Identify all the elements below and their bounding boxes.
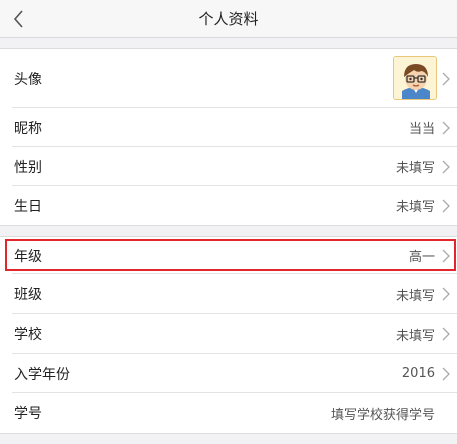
grade-value: 高一: [408, 250, 435, 265]
student-id-value[interactable]: 填写学校获得学号: [331, 393, 435, 433]
enroll-year-label: 入学年份: [14, 366, 70, 383]
row-student-id[interactable]: 学号 填写学校获得学号: [0, 393, 457, 433]
row-grade[interactable]: 年级 高一: [0, 237, 457, 274]
class-value: 未填写: [395, 288, 435, 304]
chevron-right-icon: [442, 199, 450, 212]
birthday-label: 生日: [14, 198, 42, 215]
avatar[interactable]: [393, 56, 437, 100]
row-birthday[interactable]: 生日 未填写: [0, 186, 457, 225]
cartoon-boy-avatar: [394, 57, 436, 99]
chevron-right-icon: [442, 160, 450, 173]
row-nickname[interactable]: 昵称 当当: [0, 108, 457, 147]
school-label: 学校: [14, 327, 42, 343]
class-label: 班级: [14, 287, 42, 303]
chevron-right-icon: [442, 72, 450, 85]
row-enroll-year[interactable]: 入学年份 2016: [0, 354, 457, 393]
school-value: 未填写: [395, 328, 435, 344]
gender-value: 未填写: [395, 161, 435, 176]
grade-label: 年级: [14, 248, 42, 265]
chevron-right-icon: [442, 327, 450, 341]
gender-label: 性别: [14, 159, 42, 176]
profile-school-group: 年级 高一 班级 未填写 学校 未填写 入学年份 2016 学号 填写学校获得学…: [0, 236, 457, 434]
chevron-right-icon: [442, 287, 450, 301]
chevron-right-icon: [442, 367, 450, 380]
row-avatar[interactable]: 头像: [0, 49, 457, 108]
page-title: 个人资料: [198, 10, 259, 28]
back-button[interactable]: [6, 5, 34, 33]
chevron-right-icon: [442, 249, 450, 262]
profile-basic-group: 头像 昵称 当当 性别 未填写 生日 未填写: [0, 48, 457, 226]
nickname-label: 昵称: [14, 120, 42, 137]
avatar-label: 头像: [14, 71, 42, 88]
navigation-bar: 个人资料: [0, 0, 457, 38]
row-class[interactable]: 班级 未填写: [0, 274, 457, 314]
enroll-year-value: 2016: [401, 366, 435, 381]
student-id-label: 学号: [14, 406, 42, 422]
chevron-left-icon: [13, 10, 23, 28]
birthday-value: 未填写: [395, 200, 435, 215]
nickname-value: 当当: [408, 122, 435, 137]
chevron-right-icon: [442, 121, 450, 134]
row-gender[interactable]: 性别 未填写: [0, 147, 457, 186]
row-school[interactable]: 学校 未填写: [0, 314, 457, 354]
